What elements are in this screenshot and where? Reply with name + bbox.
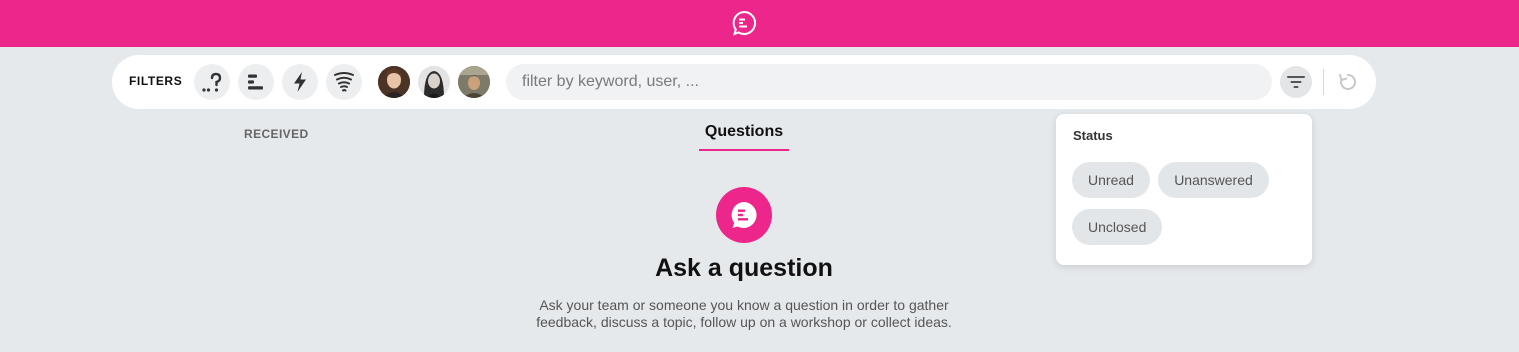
status-unclosed-button[interactable]: Unclosed bbox=[1072, 209, 1162, 245]
search-input[interactable] bbox=[506, 64, 1272, 100]
user-avatar-2[interactable] bbox=[418, 66, 450, 98]
lightning-icon bbox=[294, 72, 306, 92]
status-filter-dropdown: Status Unread Unanswered Unclosed bbox=[1056, 114, 1312, 265]
empty-state-title: Ask a question bbox=[655, 254, 833, 282]
filter-lines-icon bbox=[1287, 76, 1305, 88]
status-title: Status bbox=[1073, 128, 1113, 143]
top-bar bbox=[0, 0, 1519, 47]
reset-refresh-icon bbox=[1339, 73, 1357, 90]
filter-bar: FILTERS bbox=[112, 55, 1376, 109]
filter-options-button[interactable] bbox=[1280, 66, 1312, 98]
user-avatar-1[interactable] bbox=[378, 66, 410, 98]
question-type-icon bbox=[202, 72, 222, 92]
tab-questions[interactable]: Questions bbox=[699, 123, 789, 151]
empty-state-description: Ask your team or someone you know a ques… bbox=[536, 297, 952, 330]
toolbar-divider bbox=[1323, 69, 1324, 95]
user-avatar-3[interactable] bbox=[458, 66, 490, 98]
chat-bubble-logo-icon[interactable] bbox=[731, 10, 757, 36]
status-unread-button[interactable]: Unread bbox=[1072, 162, 1150, 198]
reset-filters-button[interactable] bbox=[1334, 68, 1362, 96]
brainstorm-filter-button[interactable] bbox=[326, 64, 362, 100]
poll-filter-button[interactable] bbox=[238, 64, 274, 100]
filters-label: FILTERS bbox=[129, 74, 183, 88]
poll-bars-icon bbox=[248, 74, 263, 90]
quick-filter-button[interactable] bbox=[282, 64, 318, 100]
question-type-filter-button[interactable] bbox=[194, 64, 230, 100]
status-unanswered-button[interactable]: Unanswered bbox=[1158, 162, 1269, 198]
chat-bubble-icon bbox=[716, 187, 772, 243]
brainstorm-tornado-icon bbox=[334, 72, 354, 92]
tab-received[interactable]: RECEIVED bbox=[244, 127, 309, 141]
